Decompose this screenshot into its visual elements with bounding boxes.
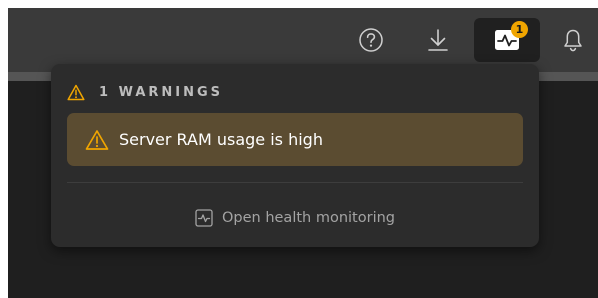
download-button[interactable]: [416, 18, 460, 62]
warning-message: Server RAM usage is high: [119, 130, 323, 149]
top-toolbar: 1: [8, 8, 598, 72]
health-monitoring-button[interactable]: 1: [474, 18, 540, 62]
bell-icon: [564, 29, 582, 52]
app-window: 1 1 WARNINGS Server RAM usage is high Op…: [8, 8, 598, 298]
health-warnings-popover: 1 WARNINGS Server RAM usage is high Open…: [51, 64, 539, 247]
help-circle-icon: [359, 28, 383, 52]
notifications-button[interactable]: [551, 18, 595, 62]
warning-item[interactable]: Server RAM usage is high: [67, 113, 523, 166]
health-notification-badge: 1: [511, 21, 528, 38]
divider: [67, 182, 523, 183]
activity-square-icon: [195, 209, 213, 227]
warning-triangle-icon: [85, 129, 109, 151]
warnings-header: 1 WARNINGS: [67, 81, 223, 103]
open-health-monitoring-label: Open health monitoring: [221, 210, 395, 226]
warning-triangle-icon: [67, 84, 85, 100]
help-button[interactable]: [349, 18, 393, 62]
warnings-count-label: 1 WARNINGS: [99, 84, 224, 100]
open-health-monitoring-link[interactable]: Open health monitoring: [51, 203, 539, 233]
download-icon: [428, 29, 448, 51]
